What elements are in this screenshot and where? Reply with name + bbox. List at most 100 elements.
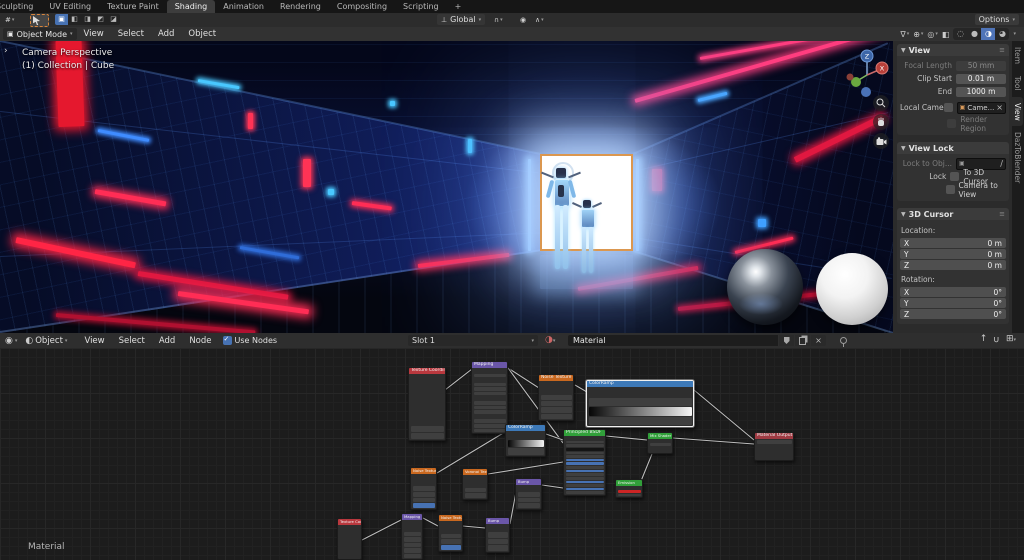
shader-node-emission[interactable]: Emission xyxy=(615,479,643,498)
tab-rendering[interactable]: Rendering xyxy=(272,0,329,13)
shader-menu-select[interactable]: Select xyxy=(112,336,152,346)
shader-node-mapping[interactable]: Mapping xyxy=(471,361,508,434)
shader-node-noise-texture[interactable]: Noise Texture xyxy=(538,374,574,421)
options-dropdown[interactable]: Options▾ xyxy=(975,14,1019,25)
menu-view[interactable]: View xyxy=(77,29,111,39)
cursor-rotation-z[interactable]: Z0° xyxy=(900,309,1006,319)
selectability-dropdown[interactable]: ∇▾ xyxy=(900,30,909,39)
toolbar-expand-arrow[interactable]: › xyxy=(4,46,8,56)
shader-node-mapping[interactable]: Mapping xyxy=(401,513,423,560)
shader-menu-view[interactable]: View xyxy=(77,336,111,346)
shading-wireframe-icon[interactable]: ◌ xyxy=(953,28,967,40)
unlink-material-button[interactable]: × xyxy=(811,335,826,346)
snap-toggle[interactable]: ∩▾ xyxy=(492,14,505,25)
tab-texture-paint[interactable]: Texture Paint xyxy=(99,0,167,13)
xray-toggle[interactable]: ◧ xyxy=(942,30,950,39)
zoom-button[interactable] xyxy=(873,95,889,111)
tab-sculpting[interactable]: Sculpting xyxy=(0,0,41,13)
pan-button[interactable] xyxy=(873,114,889,130)
shading-options-caret[interactable]: ▾ xyxy=(1013,31,1016,37)
node-row-out xyxy=(340,531,360,535)
add-workspace-button[interactable]: + xyxy=(447,0,470,13)
camera-to-view-checkbox[interactable] xyxy=(946,185,955,194)
shading-material-icon[interactable]: ◑ xyxy=(981,28,995,40)
material-preview-icon[interactable]: ◑▾ xyxy=(545,335,555,345)
select-mode-paint-icon[interactable]: ◪ xyxy=(107,14,120,25)
shader-node-mix-shader[interactable]: Mix Shader xyxy=(647,432,673,454)
cursor-rotation-y[interactable]: Y0° xyxy=(900,298,1006,308)
cursor-location-y[interactable]: Y0 m xyxy=(900,249,1006,259)
shading-rendered-icon[interactable]: ◕ xyxy=(995,28,1009,40)
use-nodes-toggle[interactable]: Use Nodes xyxy=(223,336,278,345)
pin-button[interactable] xyxy=(836,335,851,346)
shader-node-material-output[interactable]: Material Output xyxy=(754,432,794,461)
lock-to-3d-cursor-checkbox[interactable] xyxy=(950,172,959,181)
gizmos-dropdown[interactable]: ⊕▾ xyxy=(913,30,923,39)
view-section-header[interactable]: ▼View≡ xyxy=(897,44,1009,56)
node-overlay-dropdown[interactable]: ⊞▾ xyxy=(1006,334,1016,344)
mode-dropdown[interactable]: ▣ Object Mode▾ xyxy=(3,28,77,40)
select-mode-box-icon[interactable]: ◧ xyxy=(68,14,81,25)
clear-camera-icon[interactable]: × xyxy=(996,103,1003,112)
tab-compositing[interactable]: Compositing xyxy=(329,0,395,13)
clip-start-field[interactable]: 0.01 m xyxy=(956,74,1006,84)
editor-type-dropdown[interactable]: ◉▾ xyxy=(5,336,17,346)
local-camera-checkbox[interactable] xyxy=(944,103,953,112)
cursor-location-z[interactable]: Z0 m xyxy=(900,260,1006,270)
gizmo-minus-x-axis[interactable] xyxy=(847,74,854,81)
cursor-location-x[interactable]: X0 m xyxy=(900,238,1006,248)
sidebar-tab-daztoblender[interactable]: DazToBlender xyxy=(1012,126,1023,189)
select-mode-circle-icon[interactable]: ◨ xyxy=(81,14,94,25)
shader-menu-add[interactable]: Add xyxy=(152,336,182,346)
use-nodes-checkbox[interactable] xyxy=(223,336,232,345)
shader-node-noise-texture[interactable]: Noise Texture xyxy=(410,467,437,510)
viewport-scene[interactable]: › Camera Perspective (1) Collection | Cu… xyxy=(0,41,893,333)
material-name-field[interactable]: Material xyxy=(568,335,778,346)
gizmo-minus-z-axis[interactable] xyxy=(861,87,871,97)
tab-uv-editing[interactable]: UV Editing xyxy=(41,0,99,13)
node-editor[interactable]: Texture CoordinateMappingNoise TextureCo… xyxy=(0,348,1024,560)
shader-node-texture-coordinate[interactable]: Texture Coordinate xyxy=(408,367,446,441)
menu-object[interactable]: Object xyxy=(181,29,223,39)
node-row-out xyxy=(541,382,572,387)
shader-type-dropdown[interactable]: ◐ Object▾ xyxy=(25,336,67,346)
shader-node-principled-bsdf[interactable]: Principled BSDF xyxy=(563,429,606,496)
camera-view-button[interactable] xyxy=(873,133,889,149)
shader-node-colorramp[interactable]: ColorRamp xyxy=(505,424,546,457)
transform-orientation-dropdown[interactable]: ⊥ Global▾ xyxy=(437,14,485,25)
shader-node-bump[interactable]: Bump xyxy=(515,478,542,510)
cursor-rotation-x[interactable]: X0° xyxy=(900,287,1006,297)
go-to-parent-icon[interactable]: ↑ xyxy=(980,334,988,344)
falloff-dropdown[interactable]: ∧▾ xyxy=(533,14,546,25)
menu-add[interactable]: Add xyxy=(151,29,181,39)
cursor-section-header[interactable]: ▼3D Cursor≡ xyxy=(897,208,1009,220)
proportional-edit-toggle[interactable]: ◉ xyxy=(518,14,528,25)
shader-node-voronoi-texture[interactable]: Voronoi Texture xyxy=(462,468,488,500)
menu-select[interactable]: Select xyxy=(111,29,151,39)
view-lock-header[interactable]: ▼View Lock xyxy=(897,142,1009,154)
active-tool-dropdown[interactable]: #▾ xyxy=(3,14,16,25)
sidebar-tab-item[interactable]: Item xyxy=(1012,41,1023,70)
material-slot-dropdown[interactable]: Slot 1▾ xyxy=(408,335,538,346)
sidebar-tab-view[interactable]: View xyxy=(1012,97,1023,127)
sidebar-tab-tool[interactable]: Tool xyxy=(1012,70,1023,97)
tab-animation[interactable]: Animation xyxy=(215,0,272,13)
select-mode-tweak-icon[interactable]: ▣ xyxy=(55,14,68,25)
shader-menu-node[interactable]: Node xyxy=(182,336,218,346)
copy-material-button[interactable] xyxy=(795,335,810,346)
select-tool-button[interactable] xyxy=(30,14,49,27)
node-snap-icon[interactable]: ∩ xyxy=(993,334,1000,344)
navigation-gizmo[interactable]: Z X xyxy=(843,45,891,101)
fake-user-button[interactable] xyxy=(779,335,794,346)
tab-shading[interactable]: Shading xyxy=(167,0,216,13)
tab-scripting[interactable]: Scripting xyxy=(395,0,447,13)
shading-solid-icon[interactable]: ● xyxy=(967,28,981,40)
overlays-dropdown[interactable]: ◎▾ xyxy=(927,30,938,39)
shader-node-noise-texture[interactable]: Noise Texture xyxy=(438,514,463,552)
shader-node-colorramp[interactable]: ColorRamp xyxy=(586,380,694,427)
shader-node-texture-coordinate[interactable]: Texture Coordinate xyxy=(337,518,362,560)
local-camera-field[interactable]: ▣ Came... × xyxy=(957,102,1006,114)
shader-node-bump[interactable]: Bump xyxy=(485,517,510,553)
clip-end-field[interactable]: 1000 m xyxy=(956,87,1006,97)
select-mode-lasso-icon[interactable]: ◩ xyxy=(94,14,107,25)
